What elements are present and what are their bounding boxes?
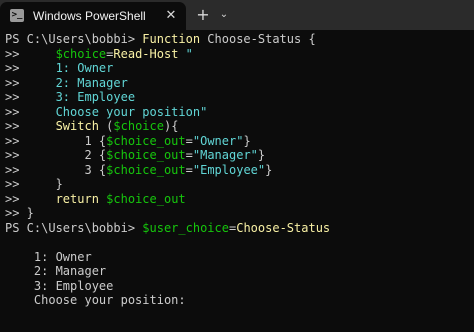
console-token: Choose-Status {: [200, 32, 316, 46]
console-token: Choose your position:: [5, 293, 186, 307]
console-token: >>: [5, 119, 56, 133]
title-bar: >_ Windows PowerShell ✕ + ⌄: [0, 0, 474, 30]
console-line: Choose your position:: [5, 293, 474, 308]
console-line: >> $choice=Read-Host ": [5, 47, 474, 62]
console-line: >> 2: Manager: [5, 76, 474, 91]
console-token: 3: Employee: [5, 278, 114, 293]
console-token: 2: Manager: [55, 75, 128, 90]
console-token: 3: Employee: [55, 90, 136, 104]
console-token: "Owner": [192, 133, 244, 148]
console-token: $choice_out: [106, 148, 186, 162]
console-token: Choose-Status: [236, 220, 331, 235]
console-token: $choice_out: [106, 162, 186, 177]
console-token: =: [185, 133, 193, 148]
console-token: }: [265, 162, 273, 177]
console-token: $user_choice: [142, 220, 229, 235]
console-token: $choice_out: [106, 133, 186, 148]
console-token: Read-Host: [113, 46, 179, 61]
tab-title: Windows PowerShell: [33, 9, 146, 23]
console-token: Function: [142, 32, 201, 46]
console-token: "Manager": [192, 148, 258, 162]
console-line: >> 3 {$choice_out="Employee"}: [5, 163, 474, 178]
console-line: 2: Manager: [5, 264, 474, 279]
console-line: >> }: [5, 177, 474, 192]
console-line: >> }: [5, 206, 474, 221]
console-line: >> return $choice_out: [5, 192, 474, 207]
console-token: $choice_out: [106, 191, 186, 206]
console-token: ": [178, 46, 193, 61]
console-token: 2: Manager: [5, 264, 107, 278]
terminal-output[interactable]: PS C:\Users\bobbi> Function Choose-Statu…: [0, 30, 474, 332]
console-token: 1: Owner: [55, 61, 114, 75]
console-token: "Employee": [192, 162, 266, 177]
console-token: >>: [5, 191, 56, 206]
console-token: >>: [5, 46, 56, 61]
console-token: PS C:\Users\bobbi>: [5, 220, 143, 235]
console-token: >>: [5, 75, 56, 90]
powershell-icon: >_: [10, 9, 24, 22]
console-token: }: [257, 148, 266, 162]
console-token: PS C:\Users\bobbi>: [5, 32, 143, 46]
console-token: >>: [5, 61, 56, 75]
console-token: $choice: [55, 46, 107, 61]
console-token: =: [185, 148, 193, 162]
console-line: PS C:\Users\bobbi> $user_choice=Choose-S…: [5, 221, 474, 236]
console-line: >> 2 {$choice_out="Manager"}: [5, 148, 474, 163]
console-token: ){: [163, 119, 179, 133]
console-line: >> Choose your position": [5, 105, 474, 120]
console-token: Switch: [55, 119, 99, 133]
console-line: >> Switch ($choice){: [5, 119, 474, 134]
console-line: 3: Employee: [5, 279, 474, 294]
console-token: =: [185, 162, 193, 177]
console-line: >> 1 {$choice_out="Owner"}: [5, 134, 474, 149]
console-token: >> 3 {: [5, 162, 107, 177]
close-tab-icon[interactable]: ✕: [162, 7, 180, 25]
console-line: >> 3: Employee: [5, 90, 474, 105]
console-token: >> 2 {: [5, 148, 107, 162]
new-tab-button[interactable]: +: [193, 4, 213, 26]
console-line: >> 1: Owner: [5, 61, 474, 76]
console-token: (: [98, 119, 114, 133]
console-line: 1: Owner: [5, 250, 474, 265]
console-token: >> }: [5, 177, 63, 191]
console-token: Choose your position": [55, 104, 208, 119]
console-token: >>: [5, 104, 56, 119]
console-token: $choice: [113, 119, 164, 133]
tab-windows-powershell[interactable]: >_ Windows PowerShell ✕: [0, 2, 186, 30]
console-token: }: [243, 133, 251, 148]
console-token: >>: [5, 90, 56, 104]
console-line: PS C:\Users\bobbi> Function Choose-Statu…: [5, 32, 474, 47]
console-token: 1: Owner: [5, 249, 92, 264]
console-token: >> 1 {: [5, 133, 107, 148]
console-token: >> }: [5, 206, 34, 220]
chevron-down-icon[interactable]: ⌄: [215, 4, 233, 26]
console-token: return: [55, 191, 99, 206]
